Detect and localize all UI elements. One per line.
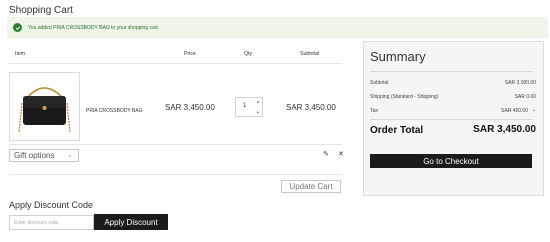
product-price: SAR 3,450.00: [165, 103, 215, 112]
summary-subtotal-value: SAR 3,000.00: [504, 80, 536, 86]
chevron-down-icon[interactable]: ⌄: [532, 107, 536, 113]
checkout-button[interactable]: Go to Checkout: [370, 154, 532, 168]
divider: [370, 119, 533, 120]
gift-options-button[interactable]: Gift options ⌄: [9, 149, 79, 162]
divider: [9, 63, 342, 64]
discount-code-input[interactable]: Enter discount code: [9, 215, 94, 230]
success-message-text: You added PRIA CROSSBODY BAG to your sho…: [28, 24, 160, 31]
quantity-value[interactable]: 1: [243, 103, 246, 109]
pencil-icon[interactable]: ✎: [323, 150, 329, 158]
summary-shipping-label: Shipping (Standard - Shipping): [370, 94, 439, 100]
close-icon[interactable]: ✕: [338, 150, 344, 158]
column-header-item: Item: [15, 51, 26, 57]
column-header-subtotal: Subtotal: [300, 51, 320, 57]
column-header-qty: Qty: [244, 51, 253, 57]
summary-shipping-value: SAR 0.00: [514, 94, 536, 100]
row-subtotal: SAR 3,450.00: [286, 103, 336, 112]
summary-subtotal-label: Subtotal: [370, 80, 389, 86]
update-cart-button[interactable]: Update Cart: [281, 180, 341, 193]
page-title: Shopping Cart: [9, 5, 73, 16]
gift-options-label: Gift options: [14, 151, 55, 160]
summary-title: Summary: [370, 49, 426, 64]
summary-tax-label: Tax: [370, 108, 378, 114]
chevron-down-icon: ⌄: [67, 152, 73, 159]
product-name[interactable]: PRIA CROSSBODY BAG: [86, 108, 143, 114]
order-total-value: SAR 3,450.00: [473, 124, 536, 135]
summary-tax-value: SAR 450.00: [501, 108, 528, 114]
quantity-stepper[interactable]: 1 ▲ ▼: [235, 97, 263, 117]
success-message: You added PRIA CROSSBODY BAG to your sho…: [7, 17, 548, 38]
apply-discount-button[interactable]: Apply Discount: [94, 214, 168, 230]
chevron-down-icon[interactable]: ▼: [256, 110, 260, 115]
column-header-price: Price: [184, 51, 196, 57]
divider: [9, 174, 342, 175]
divider: [9, 144, 342, 145]
product-image[interactable]: [9, 72, 80, 141]
chevron-up-icon[interactable]: ▲: [256, 99, 260, 104]
check-circle-icon: [13, 23, 22, 32]
order-total-label: Order Total: [370, 125, 424, 136]
divider: [370, 71, 533, 72]
discount-title: Apply Discount Code: [9, 200, 94, 210]
